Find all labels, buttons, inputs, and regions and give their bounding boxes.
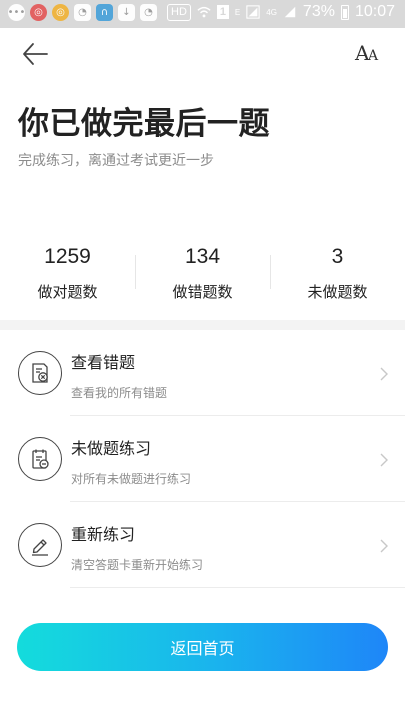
page-title: 你已做完最后一题 xyxy=(18,106,270,142)
back-arrow-icon xyxy=(23,43,48,65)
status-bar: ••• ◎ ◎ ◔ ∩ ↓ ◔ HD 1 E 4G 73% 10:07 xyxy=(0,0,405,28)
row-divider xyxy=(70,587,405,588)
stat-value: 134 xyxy=(184,245,221,268)
wifi-icon xyxy=(197,6,211,18)
stat-label: 做对题数 xyxy=(37,283,98,301)
option-desc: 对所有未做题进行练习 xyxy=(71,472,192,486)
result-stats: 1259 做对题数 134 做错题数 3 未做题数 xyxy=(0,243,405,303)
network-type-label: 4G xyxy=(266,7,277,17)
option-view-wrong[interactable]: 查看错题 查看我的所有错题 xyxy=(0,330,405,416)
pencil-icon xyxy=(18,523,62,567)
chevron-right-icon xyxy=(380,539,388,553)
hd-voice-icon: HD xyxy=(167,3,191,21)
option-title: 重新练习 xyxy=(71,525,136,544)
stat-undone: 3 未做题数 xyxy=(270,243,405,303)
signal-icon xyxy=(284,6,296,18)
app-notification-icon: ◎ xyxy=(52,4,69,21)
clock: 10:07 xyxy=(354,3,395,20)
option-desc: 查看我的所有错题 xyxy=(71,386,168,400)
chat-notification-icon: ••• xyxy=(8,4,25,21)
top-bar: A A xyxy=(0,28,405,80)
battery-icon xyxy=(340,4,349,20)
stat-correct: 1259 做对题数 xyxy=(0,243,135,303)
option-restart-practice[interactable]: 重新练习 清空答题卡重新开始练习 xyxy=(0,502,405,588)
download-icon: ↓ xyxy=(118,4,135,21)
app-notification-icon: ◎ xyxy=(30,4,47,21)
battery-percent: 73% xyxy=(302,3,335,20)
page-subtitle: 完成练习，离通过考试更近一步 xyxy=(18,153,214,169)
app-notification-icon: ∩ xyxy=(96,4,113,21)
section-divider xyxy=(0,320,405,330)
back-button[interactable] xyxy=(20,40,50,68)
notification-icons: ••• ◎ ◎ ◔ ∩ ↓ ◔ xyxy=(8,4,157,21)
edge-label: E xyxy=(234,7,241,17)
wechat-icon: ◔ xyxy=(74,4,91,21)
chevron-right-icon xyxy=(380,367,388,381)
undone-practice-icon xyxy=(18,437,62,481)
option-desc: 清空答题卡重新开始练习 xyxy=(71,558,204,572)
sim-icon: 1 xyxy=(216,5,229,19)
wrong-questions-icon xyxy=(18,351,62,395)
options-list: 查看错题 查看我的所有错题 未做题练习 对所有未做题进行练习 重新练习 清空答题… xyxy=(0,330,405,588)
stat-value: 1259 xyxy=(44,245,91,268)
font-size-button[interactable]: A A xyxy=(355,41,383,67)
option-title: 未做题练习 xyxy=(71,439,152,458)
signal-icon xyxy=(246,5,260,19)
wechat-icon: ◔ xyxy=(140,4,157,21)
option-undone-practice[interactable]: 未做题练习 对所有未做题进行练习 xyxy=(0,416,405,502)
font-size-icon-small: A xyxy=(368,48,379,64)
stat-wrong: 134 做错题数 xyxy=(135,243,270,303)
system-icons: HD 1 E 4G 73% 10:07 xyxy=(167,3,395,21)
option-title: 查看错题 xyxy=(71,353,136,372)
stat-label: 做错题数 xyxy=(172,283,233,301)
stat-value: 3 xyxy=(331,245,344,268)
chevron-right-icon xyxy=(380,453,388,467)
stat-label: 未做题数 xyxy=(307,283,368,301)
return-home-button[interactable]: 返回首页 xyxy=(17,623,388,671)
